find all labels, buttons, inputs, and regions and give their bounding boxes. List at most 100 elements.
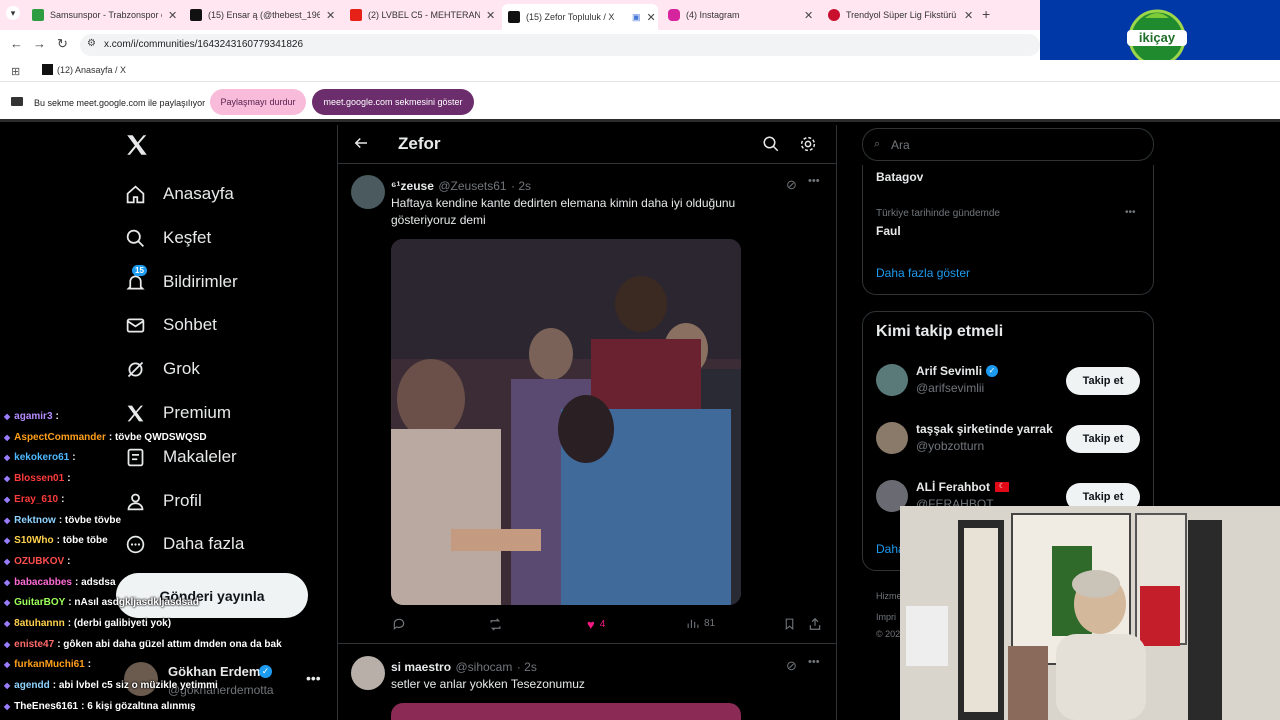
chat-message: ◆ AspectCommander: tövbe QWDSWQSD bbox=[0, 432, 207, 443]
trend-item[interactable]: Faul bbox=[876, 224, 901, 238]
apps-grid-icon[interactable]: ⊞ bbox=[11, 65, 20, 78]
follow-suggestion[interactable]: taşşak şirketinde yarrak @yobzotturn bbox=[876, 422, 1053, 454]
nav-profile[interactable]: Profil bbox=[124, 490, 202, 512]
repost-button[interactable] bbox=[488, 617, 503, 632]
chat-badge-icon: ◆ bbox=[4, 578, 11, 587]
chat-text: : bbox=[67, 556, 71, 567]
tab-close-icon[interactable]: ✕ bbox=[804, 9, 813, 22]
views-button[interactable]: 81 bbox=[686, 617, 715, 630]
instagram-favicon-icon bbox=[668, 9, 680, 21]
tweet-author-handle[interactable]: @sihocam bbox=[455, 660, 512, 674]
show-more-link[interactable]: Daha fazla göster bbox=[876, 266, 970, 280]
nav-premium[interactable]: Premium bbox=[124, 402, 231, 424]
show-meet-tab-button[interactable]: meet.google.com sekmesini göster bbox=[312, 89, 474, 115]
nav-notifications[interactable]: 15 Bildirimler bbox=[124, 265, 238, 293]
tweet-media-preview[interactable] bbox=[391, 703, 741, 720]
tab-close-icon[interactable]: ✕ bbox=[486, 9, 495, 22]
x-favicon-icon bbox=[508, 11, 520, 23]
tweet-time[interactable]: · 2s bbox=[517, 660, 537, 674]
browser-tab-2[interactable]: (15) Ensar ą (@thebest_1967) / X ✕ bbox=[184, 4, 344, 26]
trend-more-icon[interactable]: ••• bbox=[1125, 207, 1136, 218]
site-info-icon[interactable]: ⚙ bbox=[87, 38, 96, 49]
chat-message: ◆ TheEnes6161: 6 kişi gözaltına alınmış bbox=[0, 701, 196, 712]
follow-suggestion[interactable]: Arif Sevimli ✓ @arifsevimlii bbox=[876, 364, 999, 396]
x-logo-icon[interactable] bbox=[124, 132, 150, 158]
share-status-text: Bu sekme meet.google.com ile paylaşılıyo… bbox=[34, 98, 206, 108]
chat-username: agamir3 bbox=[14, 411, 53, 422]
chat-badge-icon: ◆ bbox=[4, 660, 11, 669]
share-button[interactable] bbox=[808, 617, 822, 631]
tweet-avatar[interactable] bbox=[351, 175, 385, 209]
chat-badge-icon: ◆ bbox=[4, 536, 11, 545]
nav-grok[interactable]: Grok bbox=[124, 358, 200, 380]
reply-button[interactable] bbox=[392, 617, 406, 631]
footer-link[interactable]: Impri bbox=[876, 612, 896, 622]
nav-label: Grok bbox=[163, 359, 200, 378]
browser-tab-4-active[interactable]: (15) Zefor Topluluk / X ▣ ✕ bbox=[502, 4, 658, 30]
chat-badge-icon: ◆ bbox=[4, 681, 11, 690]
chat-username: 8atuhannn bbox=[14, 618, 65, 629]
grok-icon[interactable]: ⊘ bbox=[786, 658, 797, 674]
tweet-author-handle[interactable]: @Zeusets61 bbox=[438, 179, 506, 193]
chat-text: : abi lvbel c5 siz o müzikle yetimmi bbox=[52, 680, 218, 691]
tweet-text: Haftaya kendine kante dedirten elemana k… bbox=[391, 196, 736, 227]
follow-button[interactable]: Takip et bbox=[1066, 367, 1140, 395]
nav-explore[interactable]: Keşfet bbox=[124, 227, 211, 249]
home-icon bbox=[124, 183, 146, 205]
forward-arrow-icon[interactable]: → bbox=[33, 36, 46, 51]
browser-tab-6[interactable]: Trendyol Süper Lig Fikstürü ve P ✕ bbox=[822, 4, 978, 26]
tab-close-icon[interactable]: ✕ bbox=[647, 11, 656, 24]
chat-message: ◆ S10Who: töbe töbe bbox=[0, 535, 108, 546]
search-input[interactable]: ⌕ Ara bbox=[862, 128, 1154, 161]
bookmark-item[interactable]: (12) Anasayfa / X bbox=[42, 64, 126, 75]
tweet-time[interactable]: · 2s bbox=[511, 179, 531, 193]
grok-icon[interactable]: ⊘ bbox=[786, 177, 797, 193]
like-button[interactable]: ♥ 4 bbox=[587, 617, 605, 632]
browser-tab-5[interactable]: (4) Instagram ✕ bbox=[662, 4, 818, 26]
settings-gear-icon[interactable] bbox=[799, 135, 817, 153]
bookmark-icon bbox=[785, 618, 794, 631]
search-icon[interactable] bbox=[762, 135, 780, 153]
back-arrow-icon[interactable]: ← bbox=[10, 36, 23, 51]
tab-close-icon[interactable]: ✕ bbox=[964, 9, 973, 22]
chat-text: : bbox=[55, 411, 59, 422]
nav-more[interactable]: Daha fazla bbox=[124, 533, 244, 555]
more-dots-icon[interactable]: ••• bbox=[808, 175, 820, 187]
trend-item[interactable]: Batagov bbox=[876, 170, 923, 184]
chat-username: agendd bbox=[14, 680, 50, 691]
tweet-author-name[interactable]: si maestro bbox=[391, 660, 451, 674]
bell-icon: 15 bbox=[124, 265, 147, 293]
follow-button[interactable]: Takip et bbox=[1066, 425, 1140, 453]
browser-tab-1[interactable]: Samsunspor - Trabzonspor canlı ✕ bbox=[26, 4, 182, 26]
ikicay-logo: ikiçay bbox=[1127, 9, 1187, 66]
stop-sharing-button[interactable]: Paylaşmayı durdur bbox=[210, 89, 306, 115]
webcam-overlay bbox=[900, 506, 1280, 720]
chat-text: : bbox=[87, 659, 92, 670]
svg-text:ikiçay: ikiçay bbox=[1139, 30, 1176, 45]
url-text[interactable]: x.com/i/communities/1643243160779341826 bbox=[104, 39, 303, 50]
post-button[interactable]: Gönderi yayınla bbox=[116, 573, 308, 618]
browser-tab-3[interactable]: (2) LVBEL C5 - MEHTERAN REM ✕ bbox=[344, 4, 500, 26]
chat-username: TheEnes6161 bbox=[14, 701, 79, 712]
tweet-video-media[interactable] bbox=[391, 239, 741, 605]
footer-link[interactable]: Hizme bbox=[876, 591, 902, 601]
bookmark-button[interactable] bbox=[783, 617, 796, 631]
more-dots-icon[interactable]: ••• bbox=[808, 656, 820, 668]
nav-label: Anasayfa bbox=[163, 184, 234, 203]
nav-messages[interactable]: Sohbet bbox=[124, 314, 217, 336]
nav-home[interactable]: Anasayfa bbox=[124, 183, 234, 205]
back-arrow-icon[interactable] bbox=[352, 134, 370, 152]
tab-close-icon[interactable]: ✕ bbox=[326, 9, 335, 22]
tab-close-icon[interactable]: ✕ bbox=[168, 9, 177, 22]
more-dots-icon[interactable]: ••• bbox=[306, 670, 321, 686]
chat-username: AspectCommander bbox=[14, 432, 106, 443]
new-tab-plus-icon[interactable]: + bbox=[982, 6, 990, 22]
nav-articles[interactable]: Makaleler bbox=[124, 446, 237, 468]
tweet-header: ⁶¹zeuse @Zeusets61 · 2s bbox=[391, 177, 531, 195]
reload-icon[interactable]: ↻ bbox=[57, 36, 68, 52]
tweet-author-name[interactable]: ⁶¹zeuse bbox=[391, 179, 434, 193]
chat-username: Eray_610 bbox=[14, 494, 59, 505]
tweet-divider bbox=[338, 643, 836, 644]
tweet-avatar[interactable] bbox=[351, 656, 385, 690]
tab-search-chevron-icon[interactable]: ▾ bbox=[6, 6, 20, 20]
